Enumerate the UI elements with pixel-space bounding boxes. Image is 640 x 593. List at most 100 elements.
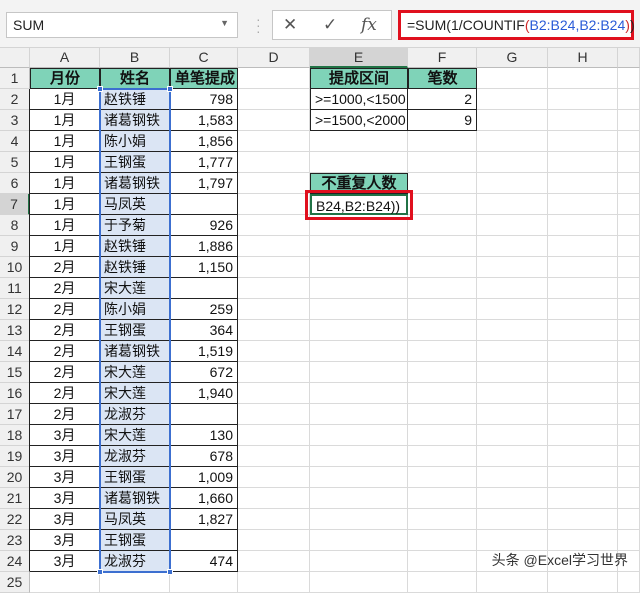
month-cell[interactable]: 1月	[30, 110, 100, 131]
row-header-14[interactable]: 14	[0, 341, 30, 362]
cell[interactable]	[238, 488, 310, 509]
cell[interactable]	[408, 194, 477, 215]
count-cell[interactable]: 9	[408, 110, 477, 131]
cell[interactable]	[238, 299, 310, 320]
column-header-E[interactable]: E	[310, 48, 408, 68]
month-cell[interactable]: 1月	[30, 215, 100, 236]
cell[interactable]	[548, 110, 618, 131]
select-all-corner[interactable]	[0, 48, 30, 68]
cell[interactable]	[477, 89, 548, 110]
cell[interactable]	[408, 257, 477, 278]
cell[interactable]	[310, 278, 408, 299]
month-cell[interactable]: 3月	[30, 467, 100, 488]
cell[interactable]	[477, 383, 548, 404]
cell[interactable]	[408, 131, 477, 152]
cancel-icon[interactable]: ✕	[283, 15, 297, 35]
cell[interactable]	[408, 446, 477, 467]
name-cell[interactable]: 诸葛钢铁	[100, 110, 170, 131]
commission-cell[interactable]: 1,009	[170, 467, 238, 488]
cell[interactable]	[310, 236, 408, 257]
cell[interactable]	[618, 467, 640, 488]
cell[interactable]	[477, 530, 548, 551]
range-cell[interactable]: >=1500,<2000	[310, 110, 408, 131]
row-header-13[interactable]: 13	[0, 320, 30, 341]
cell[interactable]	[238, 110, 310, 131]
month-cell[interactable]: 2月	[30, 341, 100, 362]
commission-cell[interactable]: 926	[170, 215, 238, 236]
cell[interactable]	[310, 446, 408, 467]
cell[interactable]	[238, 572, 310, 593]
cell[interactable]	[310, 572, 408, 593]
column-header-D[interactable]: D	[238, 48, 310, 68]
cell[interactable]	[548, 362, 618, 383]
name-cell[interactable]: 王钢蛋	[100, 530, 170, 551]
month-cell[interactable]: 2月	[30, 299, 100, 320]
month-cell[interactable]: 2月	[30, 362, 100, 383]
cell[interactable]	[408, 383, 477, 404]
row-header-4[interactable]: 4	[0, 131, 30, 152]
cell[interactable]	[618, 425, 640, 446]
name-cell[interactable]: 龙淑芬	[100, 551, 170, 572]
cell[interactable]	[477, 488, 548, 509]
cell[interactable]	[618, 236, 640, 257]
summary-header[interactable]: 笔数	[408, 68, 477, 89]
row-header-20[interactable]: 20	[0, 467, 30, 488]
chevron-down-icon[interactable]: ▼	[220, 18, 229, 28]
month-cell[interactable]: 3月	[30, 425, 100, 446]
selection-handle[interactable]	[97, 86, 103, 92]
month-cell[interactable]: 1月	[30, 173, 100, 194]
name-cell[interactable]: 马凤英	[100, 194, 170, 215]
cell[interactable]	[548, 236, 618, 257]
row-header-1[interactable]: 1	[0, 68, 30, 89]
cell[interactable]	[310, 383, 408, 404]
month-cell[interactable]: 3月	[30, 530, 100, 551]
cell[interactable]	[618, 488, 640, 509]
name-cell[interactable]: 宋大莲	[100, 425, 170, 446]
cell[interactable]	[408, 425, 477, 446]
row-header-5[interactable]: 5	[0, 152, 30, 173]
row-header-7[interactable]: 7	[0, 194, 30, 215]
commission-cell[interactable]: 1,886	[170, 236, 238, 257]
month-cell[interactable]: 2月	[30, 383, 100, 404]
cell[interactable]	[477, 320, 548, 341]
commission-cell[interactable]: 1,150	[170, 257, 238, 278]
month-cell[interactable]: 3月	[30, 488, 100, 509]
row-header-22[interactable]: 22	[0, 509, 30, 530]
cell[interactable]	[618, 257, 640, 278]
cell[interactable]	[310, 341, 408, 362]
cell[interactable]	[408, 488, 477, 509]
cell[interactable]	[618, 341, 640, 362]
commission-cell[interactable]	[170, 404, 238, 425]
cell[interactable]	[477, 173, 548, 194]
cell[interactable]	[238, 194, 310, 215]
column-header-C[interactable]: C	[170, 48, 238, 68]
commission-cell[interactable]: 1,940	[170, 383, 238, 404]
month-cell[interactable]: 2月	[30, 320, 100, 341]
cell[interactable]	[477, 131, 548, 152]
cell[interactable]	[548, 572, 618, 593]
drag-handle-icon[interactable]: · · ·	[256, 12, 261, 38]
cell[interactable]	[408, 341, 477, 362]
column-header-G[interactable]: G	[477, 48, 548, 68]
selection-handle[interactable]	[97, 569, 103, 575]
cell[interactable]	[618, 215, 640, 236]
cell[interactable]	[310, 488, 408, 509]
cell[interactable]	[408, 173, 477, 194]
commission-cell[interactable]: 1,797	[170, 173, 238, 194]
cell[interactable]	[238, 89, 310, 110]
cell[interactable]	[618, 89, 640, 110]
name-cell[interactable]: 王钢蛋	[100, 152, 170, 173]
cell[interactable]	[477, 257, 548, 278]
summary-header[interactable]: 提成区间	[310, 68, 408, 89]
cell[interactable]	[238, 551, 310, 572]
name-cell[interactable]: 于予菊	[100, 215, 170, 236]
row-header-24[interactable]: 24	[0, 551, 30, 572]
commission-cell[interactable]: 1,583	[170, 110, 238, 131]
cell[interactable]	[618, 509, 640, 530]
cell[interactable]	[618, 110, 640, 131]
cell[interactable]	[408, 551, 477, 572]
cell[interactable]	[548, 446, 618, 467]
cell[interactable]	[618, 131, 640, 152]
month-cell[interactable]: 3月	[30, 551, 100, 572]
month-cell[interactable]: 1月	[30, 236, 100, 257]
